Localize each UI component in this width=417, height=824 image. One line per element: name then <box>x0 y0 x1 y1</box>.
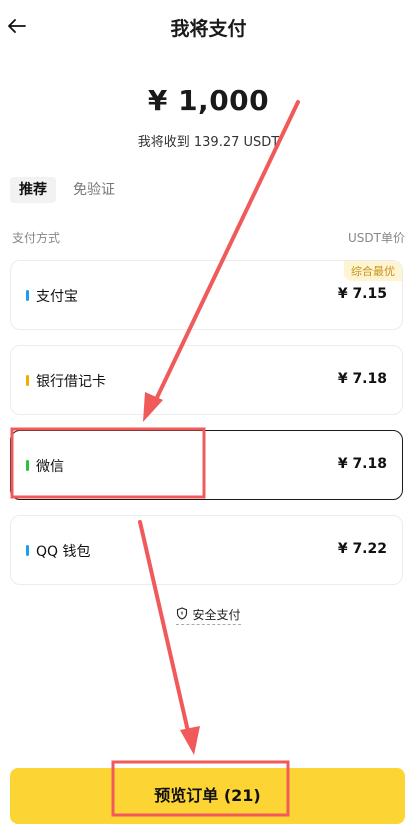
method-price: ¥ 7.18 <box>337 456 387 472</box>
receive-amount: 我将收到 139.27 USDT <box>137 135 280 150</box>
page-title: 我将支付 <box>170 18 247 40</box>
column-header-method: 支付方式 <box>12 231 61 245</box>
method-price: ¥ 7.15 <box>337 286 387 302</box>
header: 我将支付 <box>0 0 417 56</box>
column-header-price: USDT单价 <box>348 231 405 245</box>
tab-no-verification[interactable]: 免验证 <box>64 177 124 203</box>
method-name: 银行借记卡 <box>36 374 106 390</box>
secure-payment-link[interactable]: 安全支付 <box>176 606 241 625</box>
method-color-bar <box>26 290 29 301</box>
secure-payment: 安全支付 <box>0 606 417 625</box>
pay-amount: ¥ 1,000 <box>147 84 270 117</box>
payment-method-qq-wallet[interactable]: QQ 钱包 ¥ 7.22 <box>10 515 403 585</box>
best-overall-badge: 综合最优 <box>344 261 402 281</box>
payment-method-wechat[interactable]: 微信 ¥ 7.18 <box>10 430 403 500</box>
method-color-bar <box>26 375 29 386</box>
preview-order-button[interactable]: 预览订单 (21) <box>10 768 405 824</box>
secure-payment-label: 安全支付 <box>192 608 241 622</box>
method-color-bar <box>26 545 29 556</box>
method-name: QQ 钱包 <box>36 544 91 560</box>
tab-recommended[interactable]: 推荐 <box>10 177 56 203</box>
method-color-bar <box>26 460 29 471</box>
payment-method-bank-card[interactable]: 银行借记卡 ¥ 7.18 <box>10 345 403 415</box>
method-price: ¥ 7.18 <box>337 371 387 387</box>
method-name: 微信 <box>36 459 64 475</box>
filter-tabs: 推荐 免验证 <box>10 177 124 203</box>
method-name: 支付宝 <box>36 289 78 305</box>
payment-method-alipay[interactable]: 综合最优 支付宝 ¥ 7.15 <box>10 260 403 330</box>
shield-icon <box>176 606 188 623</box>
method-price: ¥ 7.22 <box>337 541 387 557</box>
